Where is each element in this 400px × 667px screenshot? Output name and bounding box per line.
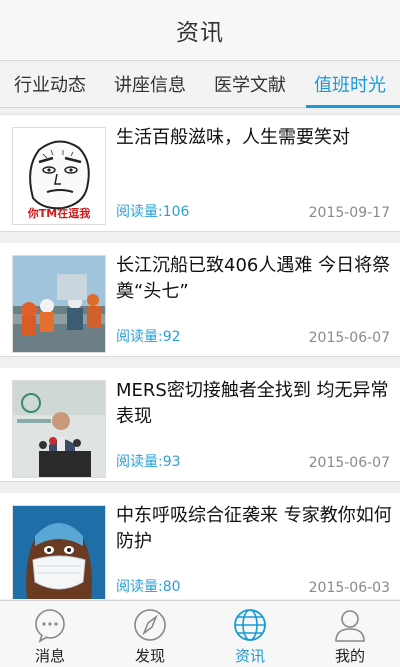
article-title: 生活百般滋味，人生需要笑对 bbox=[116, 127, 350, 148]
nav-profile[interactable]: 我的 bbox=[300, 601, 400, 667]
article-thumbnail bbox=[12, 255, 106, 353]
article-thumbnail: 你TM在逗我 bbox=[12, 127, 106, 225]
nav-news[interactable]: 资讯 bbox=[200, 601, 300, 667]
compass-icon bbox=[134, 609, 166, 641]
nav-discover[interactable]: 发现 bbox=[100, 601, 200, 667]
app-header: 资讯 bbox=[0, 0, 400, 61]
article-read-count: 阅读量:106 bbox=[116, 204, 190, 220]
article-thumbnail bbox=[12, 380, 106, 478]
article-item[interactable]: MERS密切接触者全找到 均无异常表现 阅读量:93 2015-06-07 bbox=[0, 368, 400, 482]
nav-messages[interactable]: 消息 bbox=[0, 601, 100, 667]
article-read-count: 阅读量:80 bbox=[116, 579, 181, 595]
page-title: 资讯 bbox=[176, 20, 224, 46]
nav-label: 我的 bbox=[334, 647, 365, 665]
article-item[interactable]: 长江沉船已致406人遇难 今日将祭奠“头七” 阅读量:92 2015-06-07 bbox=[0, 243, 400, 357]
article-read-count: 阅读量:92 bbox=[116, 329, 181, 345]
thumbnail-caption: 你TM在逗我 bbox=[27, 207, 91, 220]
article-date: 2015-06-07 bbox=[308, 330, 390, 346]
article-item[interactable]: 中东呼吸综合征袭来 专家教你如何防护 阅读量:80 2015-06-03 bbox=[0, 493, 400, 599]
article-date: 2015-09-17 bbox=[308, 205, 390, 221]
article-title: 长江沉船已致406人遇难 今日将祭奠“头七” bbox=[116, 255, 391, 302]
article-title: MERS密切接触者全找到 均无异常表现 bbox=[116, 380, 389, 427]
user-icon bbox=[335, 610, 365, 642]
tab-lectures[interactable]: 讲座信息 bbox=[100, 61, 200, 107]
globe-icon bbox=[234, 609, 266, 641]
category-tabs: 行业动态 讲座信息 医学文献 值班时光 bbox=[0, 61, 400, 108]
article-read-count: 阅读量:93 bbox=[116, 454, 181, 470]
article-item[interactable]: 你TM在逗我 生活百般滋味，人生需要笑对 阅读量:106 2015-09-17 bbox=[0, 114, 400, 232]
bottom-navigation: 消息 发现 资讯 我的 bbox=[0, 600, 400, 667]
article-list: 你TM在逗我 生活百般滋味，人生需要笑对 阅读量:106 2015-09-17 bbox=[0, 108, 400, 599]
article-date: 2015-06-03 bbox=[308, 580, 390, 596]
nav-label: 资讯 bbox=[234, 647, 265, 665]
message-icon bbox=[35, 609, 65, 643]
article-title: 中东呼吸综合征袭来 专家教你如何防护 bbox=[116, 505, 392, 552]
article-thumbnail bbox=[12, 505, 106, 599]
nav-label: 消息 bbox=[34, 647, 65, 665]
tab-medical-literature[interactable]: 医学文献 bbox=[200, 61, 300, 107]
tab-on-duty[interactable]: 值班时光 bbox=[300, 61, 400, 108]
nav-label: 发现 bbox=[134, 647, 165, 665]
article-date: 2015-06-07 bbox=[308, 455, 390, 471]
tab-industry-news[interactable]: 行业动态 bbox=[0, 61, 100, 107]
